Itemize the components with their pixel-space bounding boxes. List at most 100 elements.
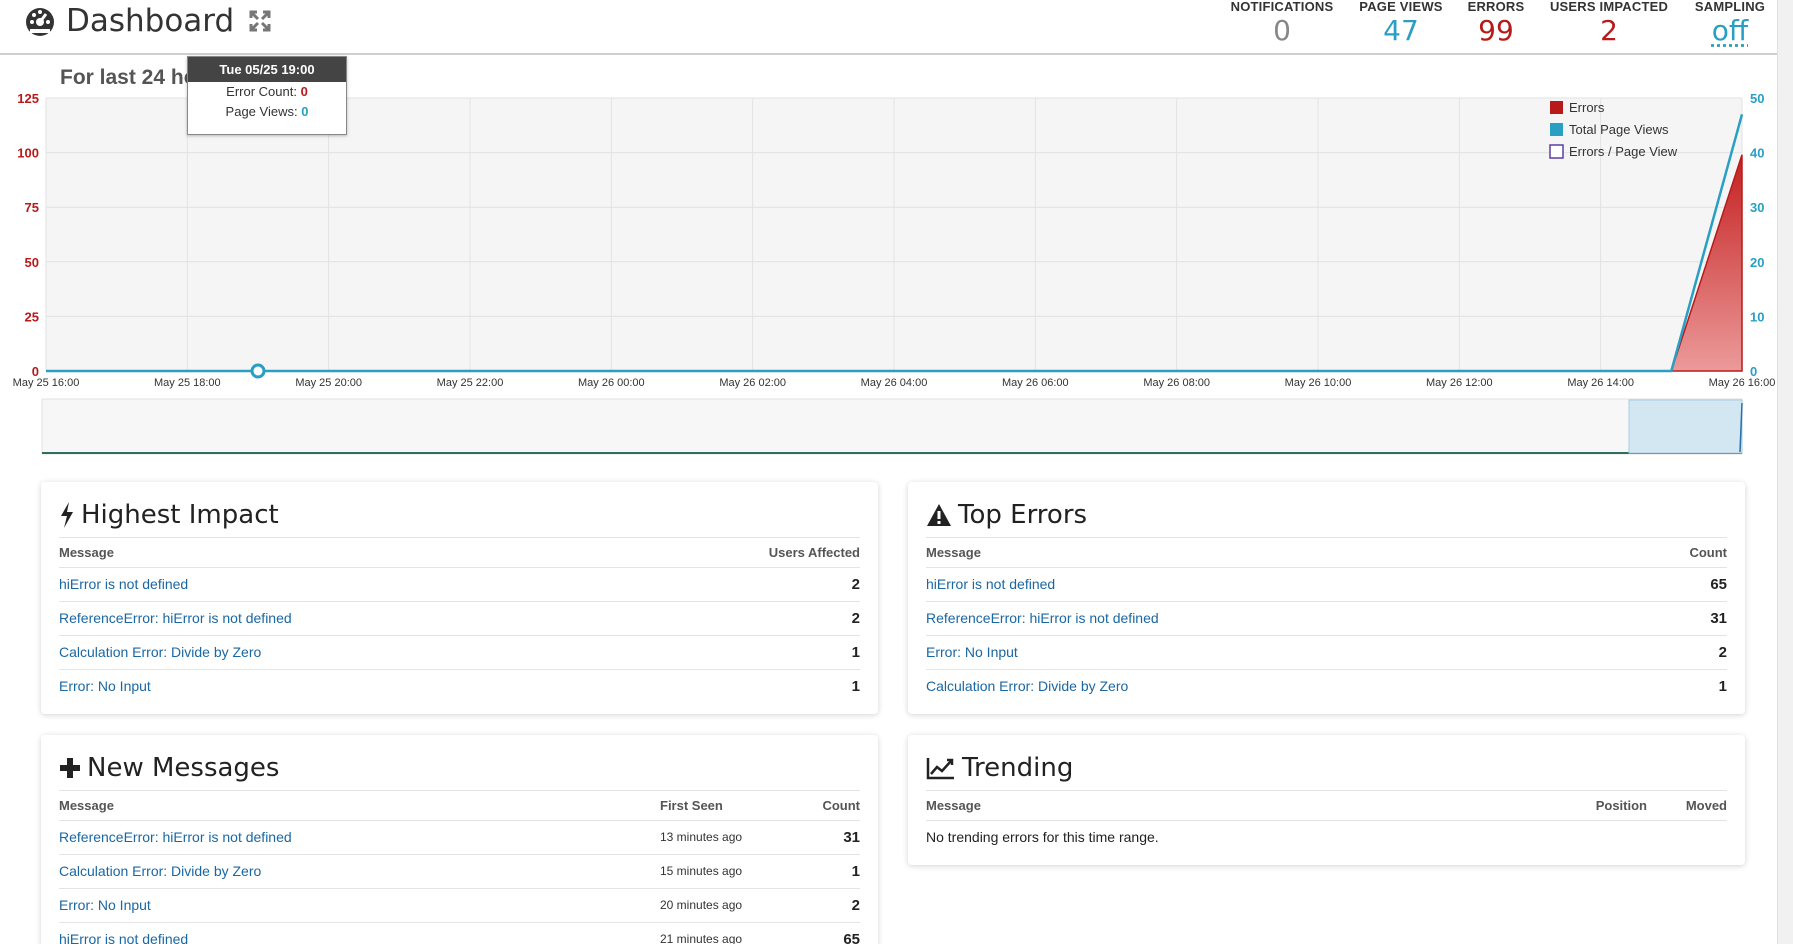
error-message-link[interactable]: hiError is not defined	[59, 576, 188, 592]
table-header-row: Message Users Affected	[59, 538, 860, 567]
new-messages-panel: New Messages Message First Seen Count Re…	[41, 735, 878, 944]
message-count: 2	[800, 888, 860, 922]
top-errors-panel: Top Errors Message Count hiError is not …	[908, 482, 1745, 714]
tooltip-error-value: 0	[301, 84, 308, 99]
tooltip-title: Tue 05/25 19:00	[188, 57, 346, 82]
x-axis-tick-label: May 26 10:00	[1285, 377, 1352, 389]
error-message-link[interactable]: Calculation Error: Divide by Zero	[59, 863, 261, 879]
table-header-row: Message Count	[926, 538, 1727, 567]
page-scrollbar[interactable]	[1777, 0, 1793, 944]
error-message-link[interactable]: Error: No Input	[926, 644, 1018, 660]
column-header: First Seen	[660, 791, 800, 820]
table-row: Calculation Error: Divide by Zero 15 minu…	[59, 854, 860, 888]
trending-title: Trending	[962, 753, 1073, 783]
table-row: hiError is not defined 65	[926, 567, 1727, 601]
dashboard-gauge-icon	[24, 5, 56, 37]
warning-icon	[926, 503, 952, 527]
legend-label: Total Page Views	[1569, 122, 1669, 137]
page-views-label: PAGE VIEWS	[1355, 0, 1447, 14]
left-axis-tick-label: 100	[17, 146, 39, 161]
errors-label: ERRORS	[1463, 0, 1529, 14]
new-messages-heading: New Messages	[59, 735, 860, 791]
table-row: No trending errors for this time range.	[926, 820, 1727, 854]
right-axis-tick-label: 50	[1750, 91, 1764, 106]
column-header: Message	[59, 791, 660, 820]
message-count: 31	[800, 820, 860, 854]
first-seen: 13 minutes ago	[660, 820, 800, 854]
x-axis-tick-label: May 26 14:00	[1567, 377, 1634, 389]
new-messages-title: New Messages	[87, 753, 279, 783]
error-message-link[interactable]: Error: No Input	[59, 678, 151, 694]
x-axis-tick-label: May 26 04:00	[861, 377, 928, 389]
overview-navigator	[42, 399, 1742, 454]
x-axis-tick-label: May 25 20:00	[295, 377, 362, 389]
x-axis-tick-label: May 25 16:00	[13, 377, 80, 389]
first-seen: 21 minutes ago	[660, 922, 800, 944]
table-header-row: Message First Seen Count	[59, 791, 860, 820]
error-count: 1	[1616, 669, 1727, 703]
bolt-icon	[59, 502, 75, 528]
right-axis-tick-label: 20	[1750, 255, 1764, 270]
right-axis-tick-label: 30	[1750, 200, 1764, 215]
error-message-link[interactable]: ReferenceError: hiError is not defined	[926, 610, 1159, 626]
table-row: ReferenceError: hiError is not defined 31	[926, 601, 1727, 635]
error-message-link[interactable]: ReferenceError: hiError is not defined	[59, 610, 292, 626]
legend-label: Errors / Page View	[1569, 144, 1678, 159]
legend-swatch	[1550, 123, 1563, 136]
x-axis-tick-label: May 25 22:00	[437, 377, 504, 389]
users-impacted-stat[interactable]: USERS IMPACTED 2	[1545, 0, 1673, 48]
table-row: hiError is not defined 21 minutes ago 65	[59, 922, 860, 944]
first-seen: 20 minutes ago	[660, 888, 800, 922]
error-message-link[interactable]: Calculation Error: Divide by Zero	[926, 678, 1128, 694]
notifications-stat[interactable]: NOTIFICATIONS 0	[1227, 0, 1337, 48]
tooltip-views-value: 0	[301, 104, 308, 119]
overview-selection-window	[1629, 400, 1742, 453]
errors-stat[interactable]: ERRORS 99	[1463, 0, 1529, 48]
error-message-link[interactable]: hiError is not defined	[926, 576, 1055, 592]
chart-tooltip: Tue 05/25 19:00 Error Count: 0 Page View…	[187, 56, 347, 135]
error-message-link[interactable]: Calculation Error: Divide by Zero	[59, 644, 261, 660]
table-row: Calculation Error: Divide by Zero 1	[59, 635, 860, 669]
highest-impact-panel: Highest Impact Message Users Affected hi…	[41, 482, 878, 714]
notifications-label: NOTIFICATIONS	[1227, 0, 1337, 14]
page-views-stat[interactable]: PAGE VIEWS 47	[1355, 0, 1447, 48]
sampling-label: SAMPLING	[1690, 0, 1770, 14]
table-row: hiError is not defined 2	[59, 567, 860, 601]
error-count: 65	[1616, 567, 1727, 601]
tooltip-views-row: Page Views: 0	[188, 102, 346, 122]
top-errors-heading: Top Errors	[926, 482, 1727, 538]
sampling-stat[interactable]: SAMPLING off	[1690, 0, 1770, 48]
right-axis-tick-label: 40	[1750, 146, 1764, 161]
error-count: 31	[1616, 601, 1727, 635]
column-header: Count	[800, 791, 860, 820]
x-axis-tick-label: May 26 08:00	[1143, 377, 1210, 389]
x-axis-tick-label: May 26 06:00	[1002, 377, 1069, 389]
highest-impact-table: Message Users Affected hiError is not de…	[59, 538, 860, 703]
tooltip-error-label: Error Count:	[226, 84, 297, 99]
legend-label: Errors	[1569, 100, 1605, 115]
column-header: Position	[1547, 791, 1647, 820]
legend-swatch	[1550, 101, 1563, 114]
highest-impact-title: Highest Impact	[81, 500, 279, 530]
expand-icon[interactable]	[248, 9, 272, 33]
error-message-link[interactable]: ReferenceError: hiError is not defined	[59, 829, 292, 845]
error-message-link[interactable]: Error: No Input	[59, 897, 151, 913]
trending-panel: Trending Message Position Moved No trend…	[908, 735, 1745, 865]
users-affected-count: 1	[634, 669, 860, 703]
new-messages-table: Message First Seen Count ReferenceError:…	[59, 791, 860, 944]
table-row: ReferenceError: hiError is not defined 2	[59, 601, 860, 635]
column-header: Message	[926, 791, 1547, 820]
error-message-link[interactable]: hiError is not defined	[59, 931, 188, 944]
users-affected-count: 2	[634, 601, 860, 635]
users-affected-count: 1	[634, 635, 860, 669]
left-axis-tick-label: 0	[32, 364, 39, 379]
x-axis-tick-label: May 25 18:00	[154, 377, 221, 389]
empty-state-message: No trending errors for this time range.	[926, 820, 1727, 854]
table-row: Error: No Input 2	[926, 635, 1727, 669]
left-axis-tick-label: 75	[25, 200, 39, 215]
users-impacted-value: 2	[1545, 14, 1673, 48]
sampling-value[interactable]: off	[1690, 14, 1770, 48]
trending-table: Message Position Moved No trending error…	[926, 791, 1727, 854]
x-axis-tick-label: May 26 02:00	[719, 377, 786, 389]
left-axis-tick-label: 125	[17, 91, 39, 106]
